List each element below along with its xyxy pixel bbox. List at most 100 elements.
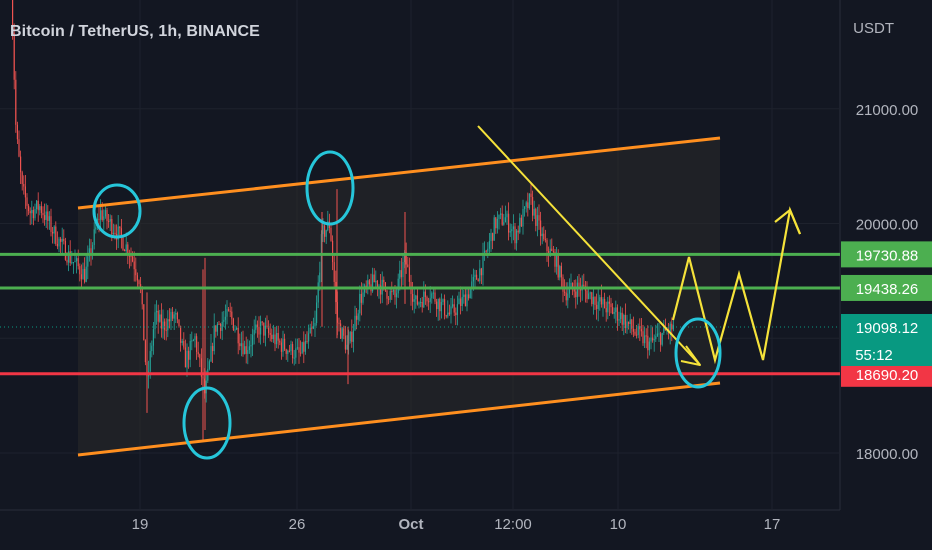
candle-body [356,315,358,320]
candle-body [546,239,548,252]
candle-body [304,341,306,352]
candle-body [480,268,482,276]
candle-body [242,343,244,355]
candle-body [615,307,617,313]
candle-body [168,319,170,322]
candle-body [408,267,410,282]
candle-body [186,350,188,368]
candle-body [50,216,52,232]
candle-body [77,258,79,267]
candle-body [80,274,82,280]
candle-body [84,268,86,282]
candle-body [560,266,562,278]
candle-body [250,345,252,347]
candle-body [482,253,484,276]
candle-body [373,274,375,283]
candle-body [508,213,510,233]
candle-body [52,231,54,234]
candle-body [599,297,601,302]
candle-body [490,233,492,242]
candle-body [476,274,478,280]
candle-body [498,214,500,219]
candle-body [343,328,345,336]
candle-body [292,344,294,359]
candle-body [618,319,620,321]
candle-body [661,332,663,345]
candle-body [530,193,532,198]
candle-body [616,307,618,321]
candle-body [636,334,638,336]
candle-body [344,335,346,350]
candle-body [455,312,457,316]
candle-body [392,290,394,292]
candle-body [464,294,466,307]
candle-body [588,293,590,299]
candle-body [576,282,578,298]
candle-body [607,301,609,313]
candle-body [340,323,342,339]
candle-body [583,284,585,287]
candle-body [64,240,66,260]
candle-body [528,193,530,209]
candle-body [325,230,327,237]
candle-body [500,213,502,215]
candle-body [552,251,554,253]
candle-body [124,249,126,252]
candle-body [93,229,95,246]
candle-body [592,296,594,305]
candle-body [522,208,524,227]
candle-body [450,306,452,315]
candle-body [21,172,23,185]
candle-body [624,314,626,329]
candle-body [621,312,623,325]
candle-body [280,342,282,352]
candle-body [223,319,225,322]
candle-body [87,256,89,267]
candle-body [216,323,218,332]
candle-body [424,291,426,297]
candle-body [133,261,135,270]
candle-body [544,239,546,241]
candle-body [53,226,55,234]
candle-body [428,301,430,303]
candle-body [367,280,369,288]
candle-body [42,212,44,216]
candle-body [101,210,103,221]
candle-body [277,333,279,341]
candle-body [605,308,607,313]
candle-body [274,334,276,345]
candle-body [642,331,644,344]
candle-body [218,323,220,325]
candle-body [260,321,262,335]
price-chart[interactable]: 21000.00 20000.00 18000.00 19730.88 19438.26… [0,0,932,550]
candle-body [266,325,268,327]
candle-body [648,341,650,351]
candle-body [338,322,340,324]
candle-body [224,316,226,320]
candle-body [346,344,348,350]
candle-body [36,200,38,209]
symbol-title[interactable]: Bitcoin / TetherUS, 1h, BINANCE [10,23,260,41]
time-tick-label: 10 [610,516,627,533]
candle-body [298,347,300,353]
candle-body [396,293,398,298]
time-tick-label: 17 [764,516,781,533]
candle-body [228,309,230,311]
candle-body [138,280,140,285]
candle-body [538,215,540,221]
candle-body [575,291,577,298]
candle-body [415,295,417,300]
candle-body [149,351,151,372]
candle-body [178,319,180,326]
candle-body [634,331,636,335]
candle-body [58,238,60,247]
candle-body [535,208,537,226]
candle-body [496,218,498,229]
candle-body [602,299,604,305]
candle-body [28,205,30,212]
candle-body [525,202,527,207]
candle-body [261,321,263,323]
candle-body [453,304,455,313]
candle-body [413,299,415,302]
candle-body [226,309,228,317]
